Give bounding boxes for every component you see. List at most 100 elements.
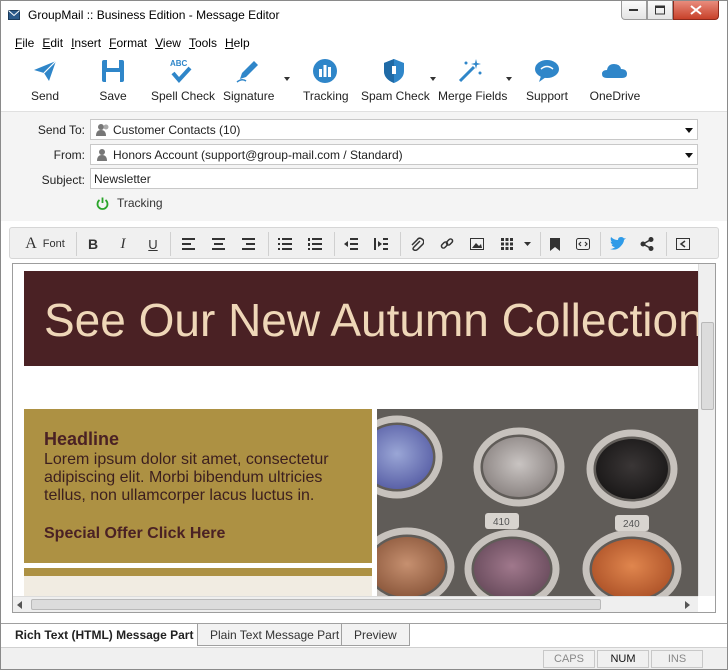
maximize-icon xyxy=(655,5,665,15)
outdent-button[interactable] xyxy=(342,234,360,254)
chevron-down-icon xyxy=(523,242,531,246)
align-right-icon xyxy=(242,238,255,250)
bar-chart-icon xyxy=(313,59,337,83)
spam-check-dropdown-arrow[interactable] xyxy=(430,77,436,81)
send-label: Send xyxy=(30,89,60,103)
merge-fields-label: Merge Fields xyxy=(438,89,508,103)
chat-bubble-icon xyxy=(535,60,559,82)
photo-tag-240: 240 xyxy=(623,519,640,530)
menu-edit[interactable]: Edit xyxy=(42,36,63,52)
menu-tools[interactable]: Tools xyxy=(189,36,217,52)
toolbar-separator xyxy=(170,232,171,256)
align-center-button[interactable] xyxy=(210,234,228,254)
onedrive-label: OneDrive xyxy=(589,89,641,103)
align-right-button[interactable] xyxy=(240,234,258,254)
horizontal-scrollbar[interactable] xyxy=(13,596,698,612)
subject-label: Subject: xyxy=(41,173,85,187)
numbered-list-button[interactable] xyxy=(306,234,324,254)
newsletter-banner: See Our New Autumn Collection xyxy=(24,271,698,366)
merge-fields-button[interactable]: Merge Fields xyxy=(438,57,508,105)
align-left-button[interactable] xyxy=(180,234,198,254)
spell-check-button[interactable]: ABC Spell Check xyxy=(151,57,215,105)
toolbar-separator xyxy=(600,232,601,256)
source-view-button[interactable] xyxy=(674,234,692,254)
twitter-button[interactable] xyxy=(608,234,628,254)
insert-image-button[interactable] xyxy=(468,234,486,254)
insert-table-button[interactable] xyxy=(498,234,516,254)
send-to-value: Customer Contacts (10) xyxy=(113,123,241,137)
spam-check-button[interactable]: Spam Check xyxy=(361,57,430,105)
promo-headline: Headline xyxy=(44,429,120,449)
maximize-button[interactable] xyxy=(647,1,673,20)
vertical-scroll-thumb[interactable] xyxy=(701,322,714,410)
close-icon xyxy=(690,5,702,15)
onedrive-button[interactable]: OneDrive xyxy=(589,57,641,105)
table-dropdown-arrow[interactable] xyxy=(522,234,532,254)
envelope-icon xyxy=(8,10,20,20)
share-button[interactable] xyxy=(638,234,656,254)
toolbar-separator xyxy=(400,232,401,256)
italic-button[interactable]: I xyxy=(114,234,132,254)
tab-plain-text[interactable]: Plain Text Message Part xyxy=(197,624,353,646)
html-editor-area[interactable]: See Our New Autumn Collection Headline L… xyxy=(12,263,716,613)
embed-button[interactable] xyxy=(574,234,592,254)
indent-button[interactable] xyxy=(372,234,390,254)
align-center-icon xyxy=(212,238,225,250)
tab-rich-text[interactable]: Rich Text (HTML) Message Part xyxy=(3,624,206,646)
toolbar-separator xyxy=(334,232,335,256)
photo-tag-410: 410 xyxy=(493,517,510,528)
twitter-bird-icon xyxy=(610,237,626,250)
underline-button[interactable]: U xyxy=(144,234,162,254)
link-button[interactable] xyxy=(438,234,456,254)
send-to-dropdown[interactable]: Customer Contacts (10) xyxy=(90,119,698,140)
svg-text:ABC: ABC xyxy=(170,59,188,68)
title-bar: GroupMail :: Business Edition - Message … xyxy=(1,1,727,31)
tab-preview[interactable]: Preview xyxy=(341,624,410,646)
bullet-list-icon xyxy=(278,238,292,250)
bookmark-button[interactable] xyxy=(546,234,564,254)
italic-icon: I xyxy=(120,235,126,252)
window-title: GroupMail :: Business Edition - Message … xyxy=(28,8,280,22)
promo-block: Headline Lorem ipsum dolor sit amet, con… xyxy=(24,409,372,563)
signature-dropdown-arrow[interactable] xyxy=(284,77,290,81)
save-button[interactable]: Save xyxy=(93,57,133,105)
menu-file[interactable]: File xyxy=(15,36,34,52)
tracking-label: Tracking xyxy=(303,89,349,103)
menu-view[interactable]: View xyxy=(155,36,181,52)
send-button[interactable]: Send xyxy=(25,57,65,105)
close-button[interactable] xyxy=(673,1,719,20)
tracking-button[interactable]: Tracking xyxy=(303,57,349,105)
powder-jars-image: 410 240 xyxy=(377,409,698,597)
bold-button[interactable]: B xyxy=(84,234,102,254)
magic-wand-icon xyxy=(458,59,482,83)
image-icon xyxy=(470,238,484,250)
special-offer-link[interactable]: Special Offer Click Here xyxy=(44,525,352,543)
font-icon: A xyxy=(25,235,37,252)
from-dropdown[interactable]: Honors Account (support@group-mail.com /… xyxy=(90,144,698,165)
cloud-icon xyxy=(602,64,627,78)
menu-help[interactable]: Help xyxy=(225,36,250,52)
numbered-list-icon xyxy=(308,238,322,250)
scroll-left-arrow-icon[interactable] xyxy=(17,601,23,609)
share-icon xyxy=(640,237,654,251)
subject-value: Newsletter xyxy=(94,172,151,186)
vertical-scrollbar[interactable] xyxy=(698,264,715,596)
message-header-fields: Send To: Customer Contacts (10) From: Ho… xyxy=(1,111,727,221)
shield-icon xyxy=(384,59,404,83)
menu-format[interactable]: Format xyxy=(109,36,147,52)
attach-button[interactable] xyxy=(408,234,426,254)
bullet-list-button[interactable] xyxy=(276,234,294,254)
minimize-button[interactable] xyxy=(621,1,647,20)
menu-insert[interactable]: Insert xyxy=(71,36,101,52)
user-icon xyxy=(97,149,107,161)
subject-input[interactable]: Newsletter xyxy=(90,168,698,189)
menu-bar: File Edit Insert Format View Tools Help xyxy=(15,36,250,52)
underline-icon: U xyxy=(148,236,158,252)
support-button[interactable]: Support xyxy=(525,57,569,105)
tracking-toggle[interactable]: Tracking xyxy=(96,196,163,210)
signature-button[interactable]: Signature xyxy=(223,57,274,105)
merge-fields-dropdown-arrow[interactable] xyxy=(506,77,512,81)
font-button[interactable]: A Font xyxy=(20,234,70,254)
scroll-right-arrow-icon[interactable] xyxy=(685,601,691,609)
horizontal-scroll-thumb[interactable] xyxy=(31,599,601,610)
